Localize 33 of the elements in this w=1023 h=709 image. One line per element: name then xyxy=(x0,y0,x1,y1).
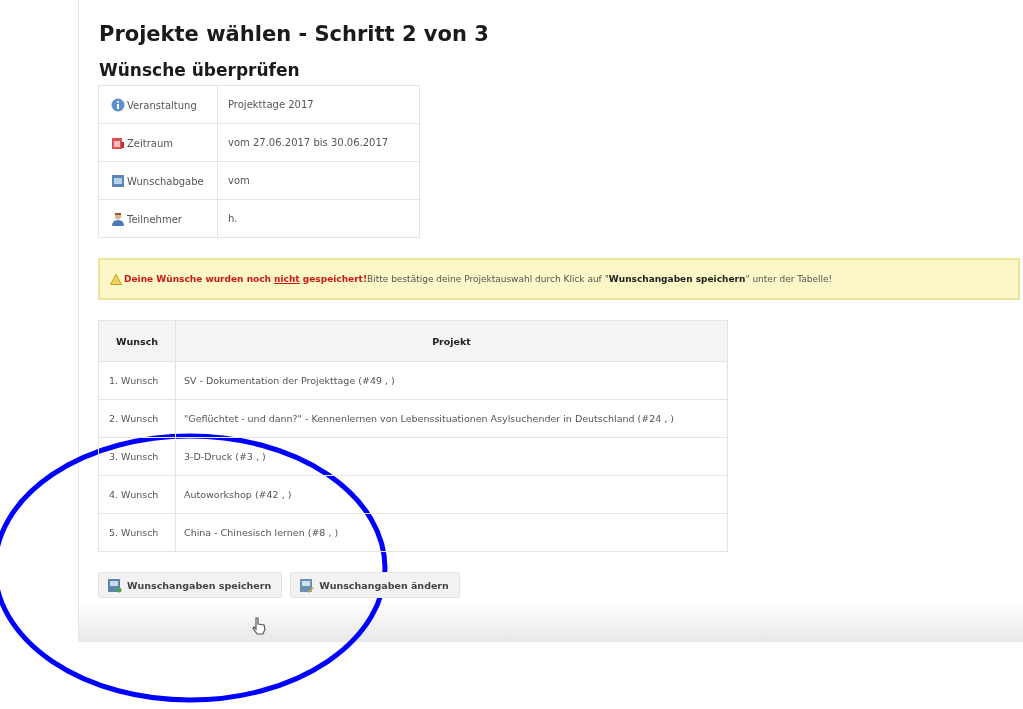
save-button[interactable]: Wunschangaben speichern xyxy=(98,572,283,598)
table-cell: 3. Wunsch xyxy=(98,437,176,476)
table-cell: 1. Wunsch xyxy=(98,361,176,400)
warning-message: Deine Wünsche wurden noch nicht gespeichert! xyxy=(124,274,368,284)
column-header: Projekt xyxy=(175,320,728,362)
form-icon xyxy=(111,173,125,188)
table-cell: SV - Dokumentation der Projekttage (#49 , ) xyxy=(175,361,728,400)
table-cell: 3-D-Druck (#3 , ) xyxy=(175,437,728,476)
person-icon xyxy=(111,211,125,226)
page-title: Projekte wählen - Schritt 2 von 3 xyxy=(99,22,490,46)
info-value: Projekttage 2017 xyxy=(217,85,420,124)
info-label: Veranstaltung xyxy=(127,99,197,110)
warning-instruction: Bitte bestätige deine Projektauswahl durch Klick auf "Wunschangaben speichern" unter der Tabelle! xyxy=(367,274,833,284)
info-label: Teilnehmer xyxy=(127,213,182,224)
table-cell: Autoworkshop (#42 , ) xyxy=(175,475,728,514)
section-title: Wünsche überprüfen xyxy=(99,60,301,80)
table-cell: 4. Wunsch xyxy=(98,475,176,514)
table-cell: 2. Wunsch xyxy=(98,399,176,438)
info-label: Zeitraum xyxy=(127,137,174,148)
column-header: Wunsch xyxy=(98,320,176,362)
info-icon xyxy=(111,97,125,112)
hand-cursor-icon xyxy=(251,617,267,635)
calendar-icon xyxy=(111,135,125,150)
pencil-icon xyxy=(299,577,315,593)
info-value: vom 27.06.2017 bis 30.06.2017 xyxy=(217,123,420,162)
table-cell: 5. Wunsch xyxy=(98,513,176,552)
warning-icon xyxy=(110,273,122,285)
info-value: vom xyxy=(217,161,420,200)
info-label: Wunschabgabe xyxy=(127,175,204,186)
table-cell: "Geflüchtet - und dann?" - Kennenlernen von Lebenssituationen Asylsuchender in Deutschland (#24 , ) xyxy=(175,399,728,438)
edit-button[interactable]: Wunschangaben ändern xyxy=(290,572,460,598)
table-cell: China - Chinesisch lernen (#8 , ) xyxy=(175,513,728,552)
info-value: h. xyxy=(217,199,420,238)
